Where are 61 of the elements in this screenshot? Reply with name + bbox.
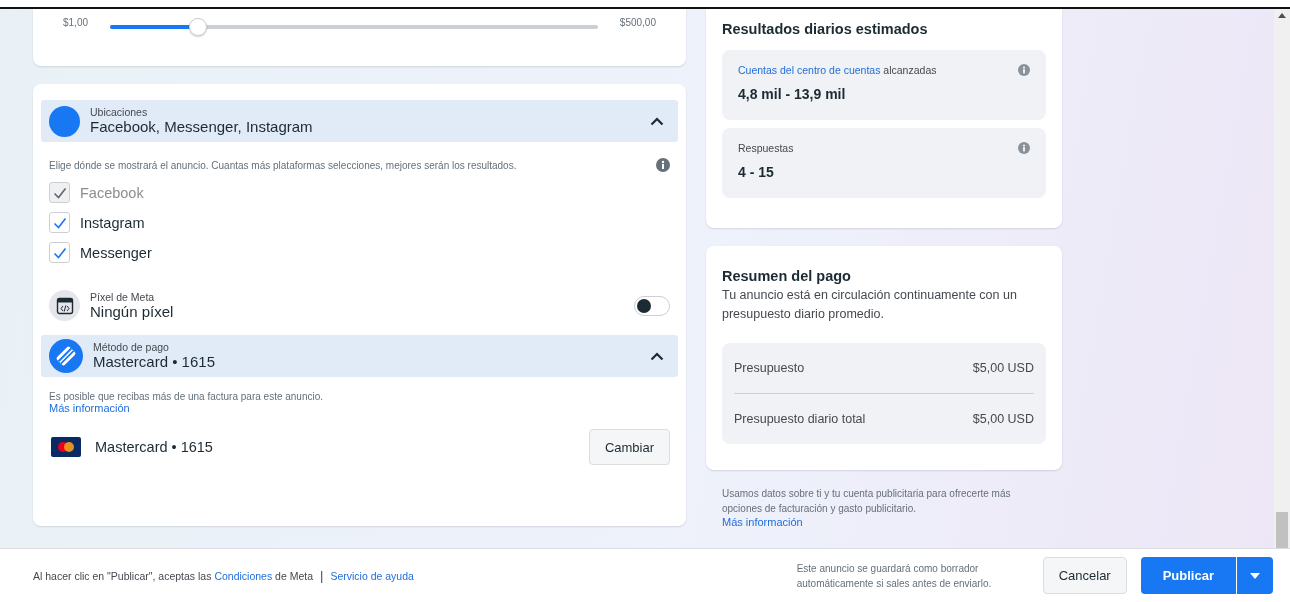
cancel-button[interactable]: Cancelar	[1042, 557, 1127, 594]
publish-button[interactable]: Publicar	[1140, 557, 1236, 594]
summary-description: Tu anuncio está en circulación continuamente con un presupuesto diario promedio.	[722, 287, 1018, 323]
code-window-icon	[49, 290, 80, 321]
checkbox-label: Messenger	[80, 244, 152, 261]
scroll-up-icon[interactable]	[1278, 13, 1286, 18]
more-info-link[interactable]: Más información	[722, 516, 803, 528]
summary-label: Presupuesto	[734, 361, 805, 375]
toggle-switch[interactable]	[634, 295, 670, 316]
check-icon	[52, 186, 67, 199]
terms-text: Al hacer clic en "Publicar", aceptas las Condiciones de Meta	[33, 569, 314, 582]
payment-header[interactable]: Método de pago Mastercard • 1615	[41, 335, 678, 377]
placements-value: Facebook, Messenger, Instagram	[90, 118, 314, 136]
payment-label: Método de pago	[93, 341, 170, 353]
summary-amount: $5,00 USD	[972, 361, 1034, 375]
slider-min-label: $1,00	[63, 17, 89, 29]
pixel-label: Píxel de Meta	[90, 290, 156, 303]
scrollbar[interactable]	[1274, 9, 1290, 548]
card-icon	[49, 339, 83, 373]
check-icon	[52, 246, 67, 259]
metric-label: Cuentas del centro de cuentas alcanzadas	[738, 64, 937, 76]
summary-label: Presupuesto diario total	[734, 412, 866, 426]
placements-header[interactable]: Ubicaciones Facebook, Messenger, Instagram	[41, 100, 678, 142]
metric-value: 4,8 mil - 13,9 mil	[738, 86, 847, 102]
results-title: Resultados diarios estimados	[722, 21, 929, 37]
payment-note: Es posible que recibas más de una factura para este anuncio.	[49, 391, 324, 402]
mastercard-icon	[51, 437, 81, 457]
info-icon[interactable]	[1018, 64, 1030, 76]
payment-value: Mastercard • 1615	[93, 353, 216, 371]
circle-icon	[49, 105, 80, 137]
slider-max-label: $500,00	[619, 17, 656, 29]
placements-hint: Elige dónde se mostrará el anuncio. Cuantas más plataformas selecciones, mejores serán los resultados.	[49, 159, 517, 171]
metric-label: Respuestas	[738, 142, 794, 154]
checkbox[interactable]	[49, 242, 70, 263]
caret-icon	[1250, 572, 1260, 579]
accounts-link[interactable]: Cuentas del centro de cuentas	[738, 64, 881, 76]
budget-slider[interactable]	[110, 18, 598, 36]
check-icon	[52, 216, 67, 229]
dropdown-button[interactable]	[1237, 557, 1273, 594]
info-icon[interactable]	[656, 158, 670, 172]
separator: |	[320, 568, 324, 583]
help-link[interactable]: Servicio de ayuda	[330, 569, 414, 582]
checkbox-label: Facebook	[80, 184, 144, 201]
checkbox-label: Instagram	[80, 214, 145, 231]
info-icon[interactable]	[1018, 142, 1030, 154]
chevron-icon[interactable]	[650, 351, 664, 361]
chevron-icon[interactable]	[650, 116, 664, 126]
placements-label: Ubicaciones	[90, 106, 149, 118]
checkbox[interactable]	[49, 212, 70, 233]
summary-title: Resumen del pago	[722, 268, 852, 284]
summary-amount: $5,00 USD	[972, 412, 1034, 426]
card-name: Mastercard • 1615	[95, 439, 214, 455]
disclaimer-text: Usamos datos sobre ti y tu cuenta publicitaria para ofrecerte más opciones de facturación y gasto publicitario.	[722, 487, 1012, 516]
change-button[interactable]: Cambiar	[588, 429, 670, 465]
more-info-link[interactable]: Más información	[49, 402, 130, 414]
draft-note: Este anuncio se guardará como borrador automáticamente si sales antes de enviarlo.	[796, 561, 993, 591]
terms-link[interactable]: Condiciones	[214, 569, 273, 582]
pixel-value: Ningún píxel	[90, 302, 175, 321]
metric-value: 4 - 15	[738, 164, 775, 180]
scrollbar-thumb[interactable]	[1276, 512, 1288, 548]
slider-thumb[interactable]	[188, 18, 207, 36]
